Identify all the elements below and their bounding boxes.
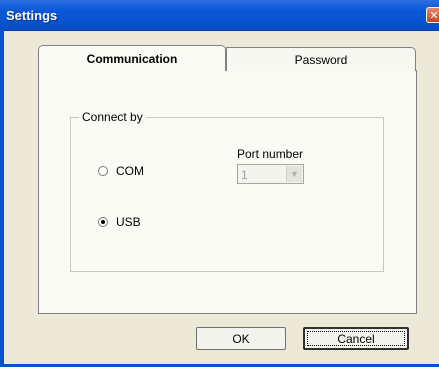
close-button[interactable]: ✕ bbox=[426, 7, 439, 23]
chevron-down-icon[interactable]: ▼ bbox=[286, 166, 302, 182]
tab-password[interactable]: Password bbox=[226, 47, 416, 71]
usb-radio-label: USB bbox=[116, 215, 141, 229]
window-left-border bbox=[0, 30, 4, 367]
connect-by-legend: Connect by bbox=[79, 110, 146, 124]
focus-ring bbox=[307, 331, 405, 346]
com-radio-option[interactable]: COM bbox=[98, 164, 144, 178]
tab-password-label: Password bbox=[294, 52, 348, 67]
connect-by-groupbox: Connect by COM USB Port number 1 ▼ bbox=[70, 110, 384, 272]
title-bar[interactable]: Settings ✕ bbox=[0, 0, 439, 31]
close-icon: ✕ bbox=[429, 9, 439, 22]
com-radio-label: COM bbox=[116, 164, 144, 178]
port-number-label: Port number bbox=[237, 147, 304, 161]
tab-communication[interactable]: Communication bbox=[38, 45, 226, 71]
ok-button-label: OK bbox=[232, 331, 250, 346]
communication-tab-panel: Connect by COM USB Port number 1 ▼ bbox=[38, 70, 417, 314]
com-radio-button[interactable] bbox=[98, 166, 108, 176]
cancel-button[interactable]: Cancel bbox=[303, 327, 409, 350]
port-number-value: 1 bbox=[241, 168, 248, 182]
usb-radio-option[interactable]: USB bbox=[98, 215, 141, 229]
ok-button[interactable]: OK bbox=[196, 327, 286, 350]
tab-communication-label: Communication bbox=[86, 51, 178, 66]
usb-radio-button[interactable] bbox=[98, 217, 108, 227]
port-number-select[interactable]: 1 ▼ bbox=[237, 164, 304, 184]
window-title: Settings bbox=[6, 8, 58, 23]
